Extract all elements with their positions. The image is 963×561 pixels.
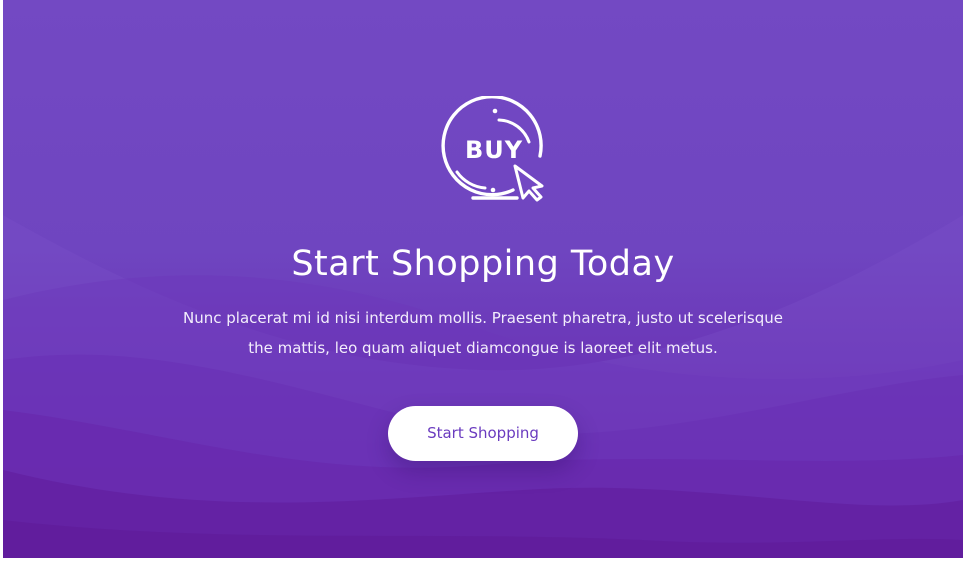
page-title: Start Shopping Today [291, 244, 675, 284]
hero-section: BUY Start Shopping Today Nunc placerat m… [3, 0, 963, 558]
start-shopping-button[interactable]: Start Shopping [388, 406, 578, 461]
buy-cursor-icon: BUY [437, 96, 549, 204]
hero-description: Nunc placerat mi id nisi interdum mollis… [183, 309, 783, 357]
hero-content: BUY Start Shopping Today Nunc placerat m… [3, 0, 963, 558]
buy-icon-text: BUY [465, 136, 523, 164]
